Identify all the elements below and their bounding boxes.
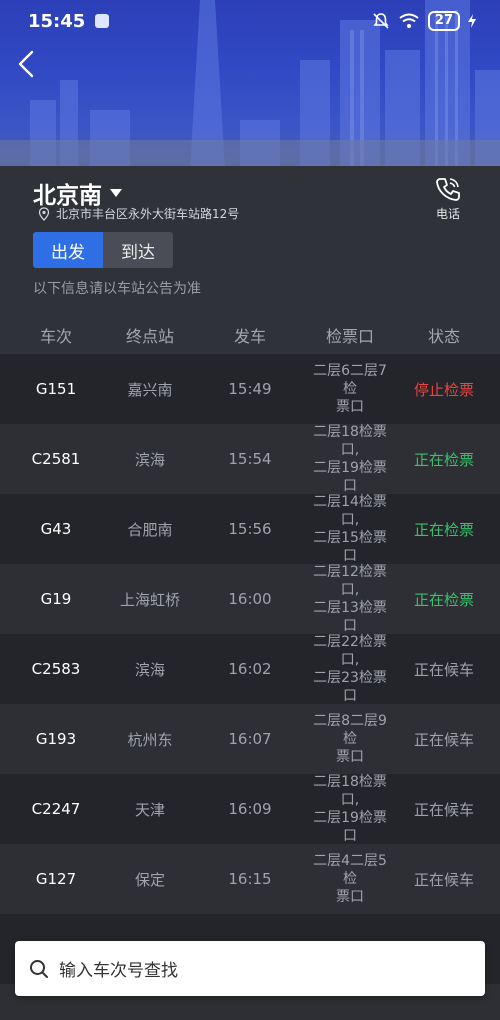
- gate-line-2: 二层13检票口: [313, 600, 387, 634]
- direction-toggle: 出发 到达: [33, 232, 173, 268]
- station-address-text: 北京市丰台区永外大街车站路12号: [56, 207, 240, 221]
- gate-line-2: 二层19检票口: [313, 810, 387, 844]
- gate-line-1: 二层6二层7检: [313, 363, 387, 397]
- train-number: G127: [35, 870, 77, 888]
- header-gate: 检票口: [325, 327, 374, 346]
- gate: 二层22检票口, 二层23检票口: [312, 633, 388, 705]
- gate-line-2: 票口: [336, 889, 364, 905]
- destination: 杭州东: [127, 730, 173, 749]
- search-placeholder: 输入车次号查找: [59, 961, 178, 981]
- table-header: 车次 终点站 发车 检票口 状态: [0, 316, 500, 354]
- train-number: C2581: [31, 450, 81, 468]
- chevron-left-icon: [18, 50, 34, 78]
- location-pin-icon: [38, 206, 50, 221]
- gate: 二层12检票口, 二层13检票口: [312, 563, 388, 635]
- phone-label: 电话: [435, 207, 460, 221]
- table-row[interactable]: G151 嘉兴南 15:49 二层6二层7检票口 停止检票: [0, 354, 500, 424]
- gate-line-1: 二层12检票口,: [313, 564, 387, 598]
- departure-time: 15:54: [228, 450, 272, 468]
- status-badge: 正在检票: [413, 590, 474, 609]
- gate-line-1: 二层8二层9检: [313, 713, 387, 747]
- destination: 天津: [134, 800, 165, 819]
- back-button[interactable]: [8, 46, 44, 82]
- charging-bolt-icon: [468, 14, 476, 28]
- gate-line-2: 二层15检票口: [313, 530, 387, 564]
- train-number: G151: [35, 380, 77, 398]
- table-row[interactable]: C2247 天津 16:09 二层18检票口, 二层19检票口 正在候车: [0, 774, 500, 844]
- notice-text: 以下信息请以车站公告为准: [33, 281, 201, 297]
- destination: 嘉兴南: [127, 380, 173, 399]
- caret-down-icon: [110, 189, 122, 197]
- departure-time: 16:07: [228, 730, 272, 748]
- search-icon: [30, 959, 48, 978]
- station-address: 北京市丰台区永外大街车站路12号: [38, 205, 239, 222]
- battery-level: 27: [427, 11, 460, 31]
- gate: 二层14检票口, 二层15检票口: [312, 493, 388, 565]
- header-train: 车次: [39, 327, 72, 346]
- destination: 滨海: [134, 660, 165, 679]
- departure-time: 16:00: [228, 590, 272, 608]
- departure-time: 16:02: [228, 660, 272, 678]
- gate-line-1: 二层4二层5检: [313, 853, 387, 887]
- status-badge: 正在候车: [413, 730, 474, 749]
- status-badge: 停止检票: [413, 380, 474, 399]
- train-list: G151 嘉兴南 15:49 二层6二层7检票口 停止检票 C2581 滨海 1…: [0, 354, 500, 1020]
- header-departure: 发车: [233, 327, 266, 346]
- departure-time: 15:56: [228, 520, 272, 538]
- train-number: G19: [40, 590, 72, 608]
- gate-line-2: 票口: [336, 749, 364, 765]
- wifi-icon: [399, 13, 419, 28]
- gate-line-1: 二层14检票口,: [313, 494, 387, 528]
- status-time: 15:45: [28, 10, 86, 32]
- table-row[interactable]: G19 上海虹桥 16:00 二层12检票口, 二层13检票口 正在检票: [0, 564, 500, 634]
- tab-arrive[interactable]: 到达: [103, 232, 173, 268]
- table-row[interactable]: C2581 滨海 15:54 二层18检票口, 二层19检票口 正在检票: [0, 424, 500, 494]
- status-badge: 正在候车: [413, 800, 474, 819]
- gate-line-2: 二层23检票口: [313, 670, 387, 704]
- status-badge: 正在检票: [413, 450, 474, 469]
- gate: 二层4二层5检票口: [312, 852, 388, 906]
- phone-icon: [436, 178, 460, 201]
- header-destination: 终点站: [125, 327, 174, 346]
- gate-line-2: 二层19检票口: [313, 460, 387, 494]
- gate-line-2: 票口: [336, 399, 364, 415]
- gate: 二层6二层7检票口: [312, 362, 388, 416]
- gate: 二层18检票口, 二层19检票口: [312, 773, 388, 845]
- destination: 上海虹桥: [119, 590, 180, 609]
- table-row[interactable]: G193 杭州东 16:07 二层8二层9检票口 正在候车: [0, 704, 500, 774]
- gate: 二层18检票口, 二层19检票口: [312, 423, 388, 495]
- status-bar: 15:45 27: [0, 0, 500, 42]
- train-number: G43: [40, 520, 72, 538]
- table-row[interactable]: G127 保定 16:15 二层4二层5检票口 正在候车: [0, 844, 500, 914]
- phone-button[interactable]: 电话: [426, 176, 470, 222]
- departure-time: 16:09: [228, 800, 272, 818]
- table-row[interactable]: C2583 滨海 16:02 二层22检票口, 二层23检票口 正在候车: [0, 634, 500, 704]
- train-number: C2583: [31, 660, 81, 678]
- destination: 合肥南: [127, 520, 173, 539]
- gate-line-1: 二层18检票口,: [313, 424, 387, 458]
- status-badge: 正在候车: [413, 870, 474, 889]
- gate-line-1: 二层22检票口,: [313, 634, 387, 668]
- gate: 二层8二层9检票口: [312, 712, 388, 766]
- station-info-card: 北京南 北京市丰台区永外大街车站路12号 电话 出发 到达 以下信息请以车站公告…: [0, 166, 500, 354]
- header-status: 状态: [427, 327, 460, 346]
- train-number: G193: [35, 730, 77, 748]
- destination: 保定: [134, 870, 165, 889]
- search-input[interactable]: 输入车次号查找: [15, 941, 485, 996]
- gate-line-1: 二层18检票口,: [313, 774, 387, 808]
- mute-bell-icon: [373, 13, 389, 29]
- status-badge: 正在候车: [413, 660, 474, 679]
- train-number: C2247: [31, 800, 81, 818]
- status-badge: 正在检票: [413, 520, 474, 539]
- tab-depart[interactable]: 出发: [33, 232, 103, 268]
- departure-time: 15:49: [228, 380, 272, 398]
- destination: 滨海: [134, 450, 165, 469]
- notification-app-icon: [95, 14, 110, 28]
- departure-time: 16:15: [228, 870, 272, 888]
- table-row[interactable]: G43 合肥南 15:56 二层14检票口, 二层15检票口 正在检票: [0, 494, 500, 564]
